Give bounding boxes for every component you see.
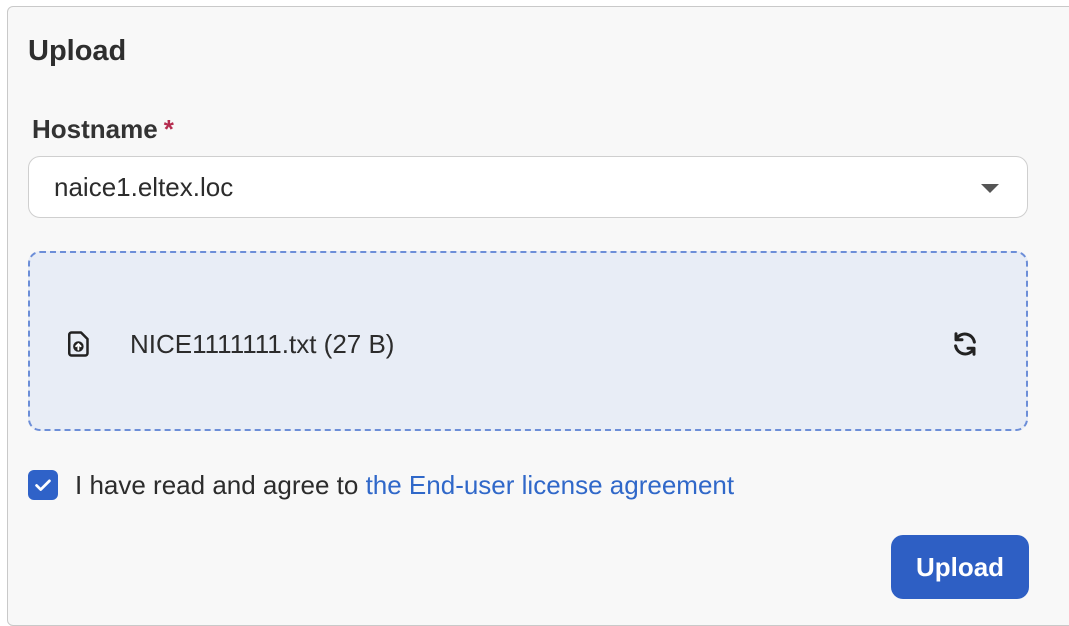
agreement-checkbox[interactable] (28, 470, 58, 500)
upload-button[interactable]: Upload (891, 535, 1029, 599)
panel-title: Upload (28, 35, 127, 67)
hostname-label-text: Hostname (32, 114, 158, 144)
hostname-select-value: naice1.eltex.loc (54, 172, 234, 202)
file-dropzone[interactable]: NICE1111111.txt (27 B) (28, 251, 1028, 431)
agreement-label: I have read and agree to (75, 470, 359, 500)
hostname-select[interactable]: naice1.eltex.loc (28, 156, 1028, 218)
eula-link[interactable]: the End-user license agreement (366, 470, 735, 500)
agreement-row: I have read and agree to the End-user li… (28, 468, 734, 502)
checkmark-icon (35, 479, 51, 491)
refresh-icon[interactable] (950, 329, 980, 359)
upload-panel: Upload Hostname * naice1.eltex.loc NICE11… (7, 6, 1069, 626)
required-mark: * (163, 114, 174, 144)
chevron-down-icon (981, 184, 999, 193)
file-upload-icon (68, 331, 89, 357)
file-name: NICE1111111.txt (27 B) (130, 329, 395, 359)
hostname-label: Hostname * (32, 114, 174, 144)
agreement-text: I have read and agree to the End-user li… (75, 470, 734, 500)
